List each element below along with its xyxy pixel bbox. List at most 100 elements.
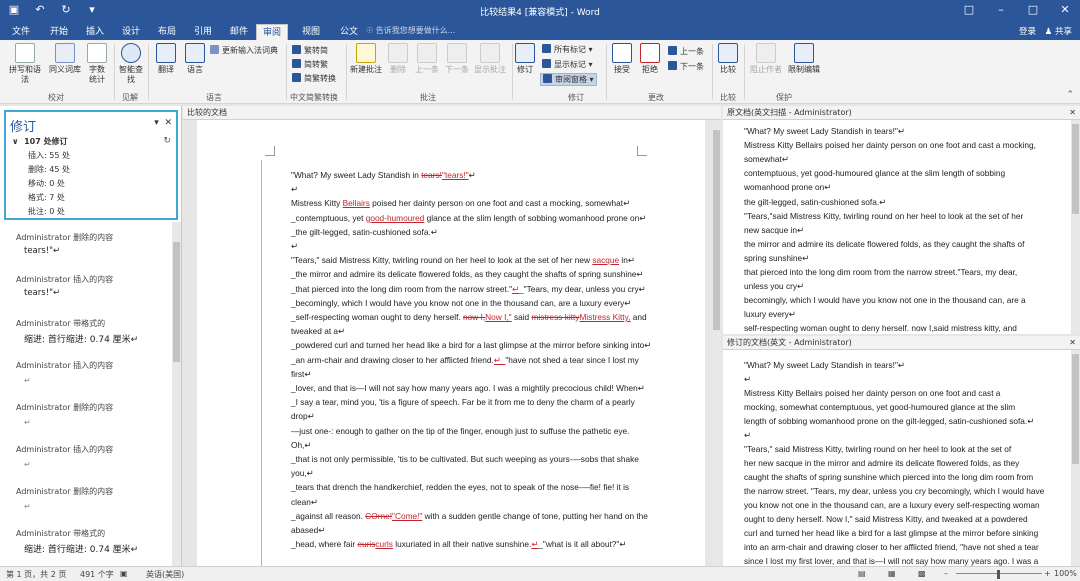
document-line[interactable]: self-respecting woman ought to deny hers… bbox=[744, 323, 1017, 333]
tab-home[interactable]: 开始 bbox=[44, 24, 74, 40]
document-line[interactable]: mocking, somewhat contemptuous, yet good… bbox=[744, 402, 1015, 412]
ribbon-display-icon[interactable]: □ bbox=[962, 3, 976, 16]
scroll-thumb[interactable] bbox=[1072, 124, 1079, 214]
document-line[interactable]: the gilt-legged, satin-cushioned sofa.↵ bbox=[744, 197, 886, 207]
document-line[interactable]: ↵ bbox=[291, 184, 298, 194]
proofing-icon[interactable]: ▣ bbox=[120, 569, 128, 578]
page-indicator[interactable]: 第 1 页，共 2 页 bbox=[6, 569, 66, 580]
block-authors-button[interactable]: 阻止作者 bbox=[748, 43, 784, 75]
document-line[interactable]: ↵ bbox=[291, 241, 298, 251]
login-link[interactable]: 登录 bbox=[1019, 25, 1036, 37]
scroll-thumb[interactable] bbox=[173, 242, 180, 362]
document-line[interactable]: clean↵ bbox=[291, 497, 318, 507]
thesaurus-button[interactable]: 同义词库 bbox=[46, 43, 84, 75]
close-pane-icon[interactable]: ✕ bbox=[1069, 106, 1076, 120]
document-line[interactable]: that pierced into the long dim room from… bbox=[744, 267, 1017, 277]
revision-author[interactable]: Administrator 插入的内容 bbox=[16, 274, 113, 285]
tab-references[interactable]: 引用 bbox=[188, 24, 218, 40]
language-indicator[interactable]: 英语(美国) bbox=[146, 569, 184, 580]
revised-scrollbar[interactable] bbox=[1071, 350, 1080, 566]
language-button[interactable]: 语言 bbox=[182, 43, 208, 75]
reviewing-pane-button[interactable]: 审阅窗格 ▾ bbox=[540, 73, 597, 86]
document-line[interactable]: _becomingly, which I would have you know… bbox=[291, 298, 631, 308]
revision-author[interactable]: Administrator 带格式的 bbox=[16, 528, 105, 539]
prev-change-button[interactable]: 上一条 bbox=[668, 46, 704, 57]
show-comments-button[interactable]: 显示批注 bbox=[472, 43, 508, 75]
document-line[interactable]: _that is not only permissible, 'tis to b… bbox=[291, 454, 639, 464]
revision-text[interactable]: tears!"↵ bbox=[24, 288, 60, 298]
document-line[interactable]: _head, where fair euriscurls luxuriated … bbox=[291, 539, 626, 549]
revision-author[interactable]: Administrator 插入的内容 bbox=[16, 360, 113, 371]
zoom-level[interactable]: 100% bbox=[1054, 569, 1077, 578]
reject-button[interactable]: 拒绝 bbox=[638, 43, 662, 75]
document-line[interactable]: ↵ bbox=[744, 430, 751, 440]
revision-author[interactable]: Administrator 带格式的 bbox=[16, 318, 105, 329]
revision-text[interactable]: ↵ bbox=[24, 418, 31, 427]
document-line[interactable]: abased↵ bbox=[291, 525, 325, 535]
next-comment-button[interactable]: 下一条 bbox=[442, 43, 472, 75]
document-line[interactable]: "Tears," said Mistress Kitty, twirling r… bbox=[291, 255, 635, 265]
prev-comment-button[interactable]: 上一条 bbox=[412, 43, 442, 75]
next-change-button[interactable]: 下一条 bbox=[668, 61, 704, 72]
update-ime-button[interactable]: 更新输入法词典 bbox=[210, 45, 278, 56]
smart-lookup-button[interactable]: 智能查找 bbox=[118, 43, 144, 85]
document-line[interactable]: _that pierced into the long dim room fro… bbox=[291, 284, 646, 294]
tab-mailings[interactable]: 邮件 bbox=[224, 24, 254, 40]
minimize-icon[interactable]: – bbox=[994, 3, 1008, 16]
scroll-thumb[interactable] bbox=[1072, 354, 1079, 464]
document-line[interactable]: _self-respecting woman ought to deny her… bbox=[291, 312, 647, 322]
translate-button[interactable]: 翻译 bbox=[152, 43, 180, 75]
document-line[interactable]: _the gilt-legged, satin-cushioned sofa.↵ bbox=[291, 227, 438, 237]
document-line[interactable]: _against all reason. COrne!"Come!" with … bbox=[291, 511, 648, 521]
revision-author[interactable]: Administrator 删除的内容 bbox=[16, 232, 113, 243]
document-line[interactable]: Mistress Kitty Bellairs poised her daint… bbox=[744, 140, 1036, 150]
tab-file[interactable]: 文件 bbox=[6, 24, 36, 40]
tab-gongwen[interactable]: 公文 bbox=[334, 24, 364, 40]
document-line[interactable]: _the mirror and admire its delicate flow… bbox=[291, 269, 643, 279]
document-line[interactable]: unless you cry↵ bbox=[744, 281, 804, 291]
show-markup-dropdown[interactable]: 显示标记 ▾ bbox=[542, 59, 593, 70]
tab-design[interactable]: 设计 bbox=[116, 24, 146, 40]
document-line[interactable]: Mistress Kitty Bellairs poised her daint… bbox=[291, 198, 630, 208]
document-line[interactable]: _an arm-chair and drawing closer to her … bbox=[291, 355, 639, 365]
document-line[interactable]: _I say a tear, mind you, 'tis a figure o… bbox=[291, 397, 635, 407]
document-line[interactable]: "What? My sweet Lady Standish in tears!"… bbox=[291, 170, 476, 180]
read-mode-icon[interactable]: ▤ bbox=[858, 569, 866, 578]
document-line[interactable]: somewhat↵ bbox=[744, 154, 789, 164]
document-line[interactable]: _contemptuous, yet good-humoured glance … bbox=[291, 213, 646, 223]
document-line[interactable]: you know not one in the thousand can, ar… bbox=[744, 500, 1040, 510]
document-line[interactable]: Oh,↵ bbox=[291, 440, 311, 450]
revisions-count[interactable]: ∨ 107 处修订 bbox=[12, 136, 68, 147]
revision-text[interactable]: ↵ bbox=[24, 502, 31, 511]
tab-insert[interactable]: 插入 bbox=[80, 24, 110, 40]
revision-text[interactable]: 缩进: 首行缩进: 0.74 厘米↵ bbox=[24, 542, 138, 555]
pane-options-icon[interactable]: ▾ bbox=[154, 118, 159, 128]
collapse-ribbon-icon[interactable]: ⌃ bbox=[1066, 90, 1074, 100]
accept-button[interactable]: 接受 bbox=[610, 43, 634, 75]
revision-author[interactable]: Administrator 删除的内容 bbox=[16, 486, 113, 497]
restrict-editing-button[interactable]: 限制编辑 bbox=[786, 43, 822, 75]
document-line[interactable]: _lover, and that is—I will not say how m… bbox=[291, 383, 645, 393]
document-line[interactable]: _powdered curl and turned her head like … bbox=[291, 340, 651, 350]
spelling-grammar-button[interactable]: 拼写和语法 bbox=[6, 43, 44, 85]
tab-review[interactable]: 审阅 bbox=[256, 24, 289, 40]
document-line[interactable]: "Tears,"said Mistress Kitty, twirling ro… bbox=[744, 211, 1023, 221]
document-line[interactable]: the mirror and admire its delicate flowe… bbox=[744, 239, 1024, 249]
original-scrollbar[interactable] bbox=[1071, 120, 1080, 334]
markup-dropdown[interactable]: 所有标记 ▾ bbox=[542, 44, 593, 55]
print-layout-icon[interactable]: ▦ bbox=[888, 569, 896, 578]
compare-button[interactable]: 比较 bbox=[716, 43, 740, 75]
revision-author[interactable]: Administrator 插入的内容 bbox=[16, 444, 113, 455]
scroll-thumb[interactable] bbox=[713, 130, 720, 330]
document-line[interactable]: Mistress Kitty Bellairs poised her daint… bbox=[744, 388, 1000, 398]
document-line[interactable]: her new sacque in the mirror and admire … bbox=[744, 458, 1019, 468]
zoom-out-icon[interactable]: – bbox=[944, 569, 948, 578]
document-line[interactable]: new sacque in↵ bbox=[744, 225, 804, 235]
document-line[interactable]: _tears that drench the handkerchief, red… bbox=[291, 482, 629, 492]
revision-text[interactable]: tears!"↵ bbox=[24, 246, 60, 256]
revision-text[interactable]: ↵ bbox=[24, 376, 31, 385]
document-line[interactable]: spring sunshine↵ bbox=[744, 253, 809, 263]
word-count[interactable]: 491 个字 bbox=[80, 569, 114, 580]
document-line[interactable]: "What? My sweet Lady Standish in tears!"… bbox=[744, 126, 905, 136]
document-line[interactable]: becomingly, which I would have you know … bbox=[744, 295, 1026, 305]
